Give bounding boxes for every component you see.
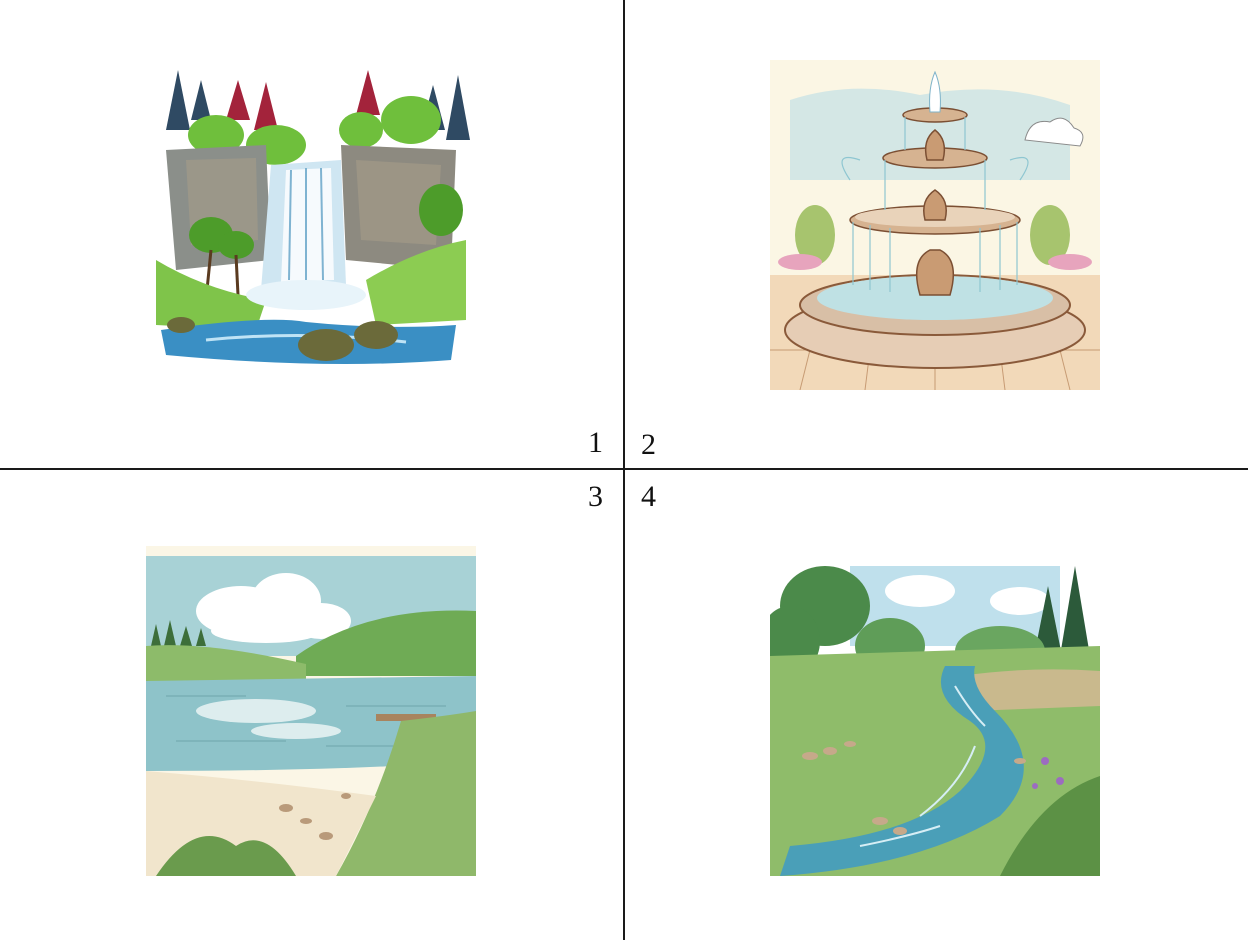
lake-illustration-icon (146, 546, 476, 876)
quadrant-number-4: 4 (641, 480, 656, 513)
fountain-illustration-icon (770, 60, 1100, 390)
waterfall-illustration-icon (146, 60, 476, 390)
vertical-divider (623, 0, 625, 940)
quadrant-number-1: 1 (588, 426, 603, 459)
quadrant-number-3: 3 (588, 480, 603, 513)
horizontal-divider (0, 468, 1248, 470)
quadrant-number-2: 2 (641, 428, 656, 461)
stream-illustration-icon (770, 546, 1100, 876)
